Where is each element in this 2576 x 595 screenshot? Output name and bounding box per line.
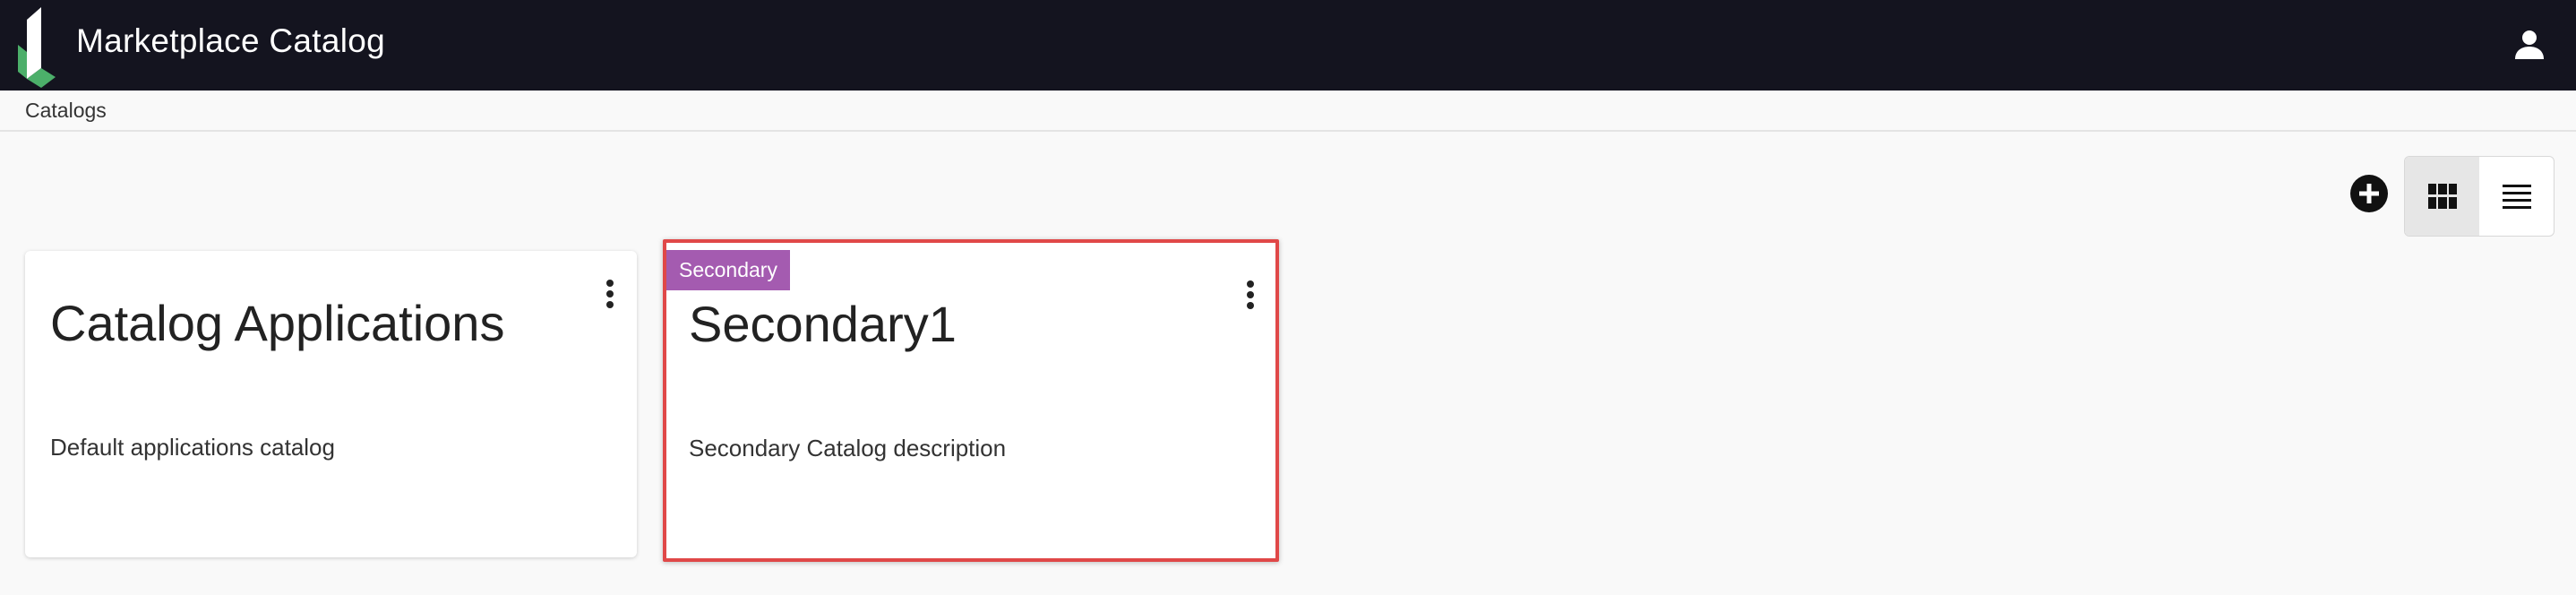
catalog-title: Catalog Applications	[50, 295, 505, 351]
more-options-icon[interactable]	[601, 276, 619, 312]
more-options-icon[interactable]	[1241, 277, 1259, 313]
catalog-description: Default applications catalog	[50, 434, 335, 461]
catalog-title: Secondary1	[689, 296, 957, 352]
app-title: Marketplace Catalog	[76, 22, 386, 59]
app-header: Marketplace Catalog	[0, 0, 2576, 91]
catalog-card-selected[interactable]: Secondary Secondary1 Secondary Catalog d…	[663, 239, 1279, 562]
grid-view-button[interactable]	[2405, 157, 2479, 236]
catalog-type-badge: Secondary	[666, 250, 790, 290]
brand-logo-icon	[18, 7, 56, 88]
user-icon[interactable]	[2512, 27, 2547, 63]
catalog-card[interactable]: Catalog Applications Default application…	[25, 251, 637, 557]
list-icon	[2502, 185, 2531, 209]
breadcrumb-item-catalogs[interactable]: Catalogs	[25, 99, 107, 123]
catalog-description: Secondary Catalog description	[689, 435, 1007, 461]
view-toggle	[2404, 156, 2555, 237]
add-catalog-button[interactable]	[2350, 175, 2388, 212]
breadcrumb: Catalogs	[0, 91, 2576, 132]
list-view-button[interactable]	[2479, 157, 2554, 236]
grid-icon	[2427, 184, 2457, 209]
